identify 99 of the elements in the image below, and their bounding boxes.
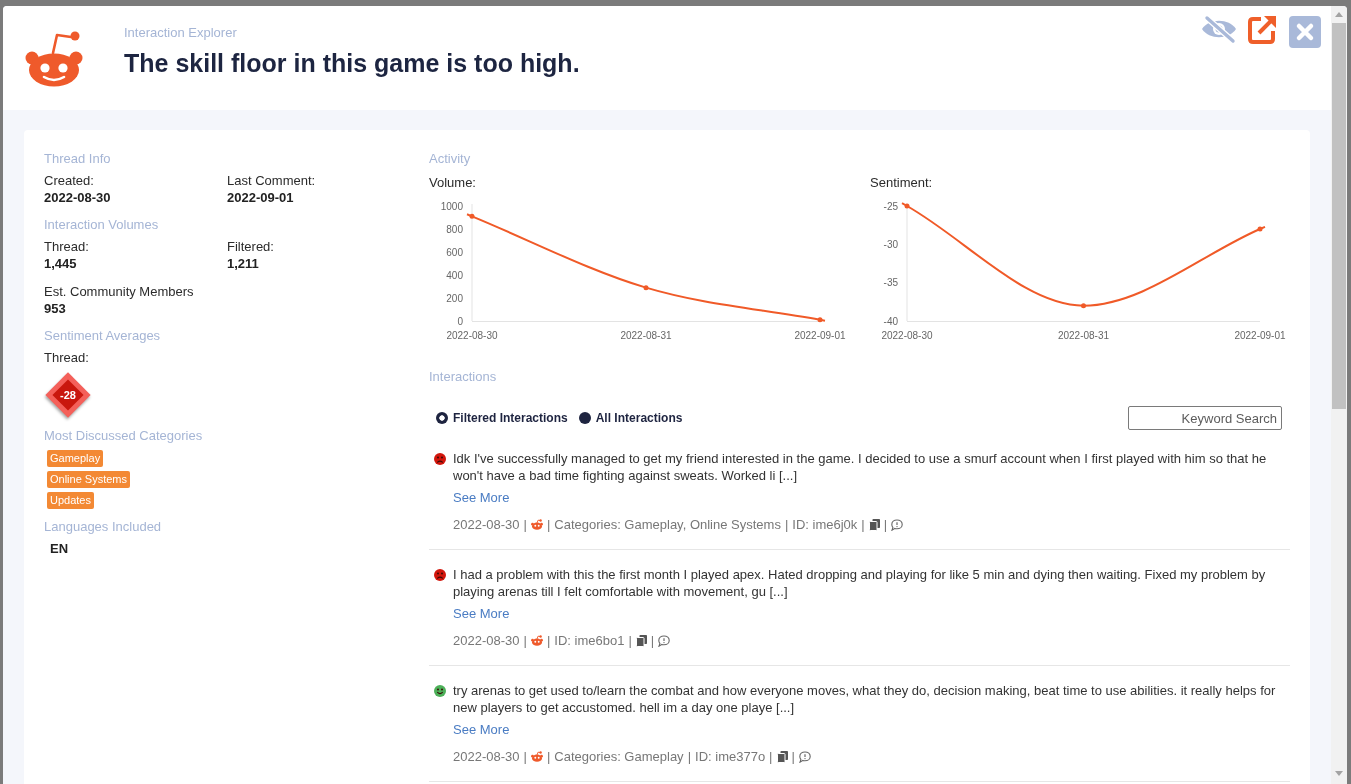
alien-logo-icon bbox=[25, 31, 83, 87]
field-label: Est. Community Members bbox=[44, 284, 194, 300]
field-value: 1,445 bbox=[44, 255, 77, 273]
comment-text: Idk I've successfully managed to get my friend interested in the game. I decided to use a smurf account when I first played with him so that he won't have a bad time fighting against sweats. Worked li [...] bbox=[453, 450, 1268, 484]
meta-separator: | bbox=[628, 632, 632, 649]
axis-tick-label: -40 bbox=[883, 315, 898, 327]
field-label: Thread: bbox=[44, 239, 89, 255]
modal-title: The skill floor in this game is too high. bbox=[124, 48, 580, 78]
meta-text: 2022-08-30 bbox=[453, 632, 520, 649]
section-heading: Interaction Volumes bbox=[44, 217, 160, 233]
field-label: Created: bbox=[44, 173, 94, 189]
section-heading: Activity bbox=[429, 151, 472, 167]
copy-icon[interactable] bbox=[776, 750, 788, 763]
meta-separator: | bbox=[687, 748, 691, 765]
data-point bbox=[817, 317, 823, 323]
chart-title: Volume: bbox=[429, 175, 476, 191]
field-value: 2022-09-01 bbox=[227, 189, 294, 207]
data-point bbox=[1081, 303, 1086, 309]
category-tag: Gameplay bbox=[47, 450, 104, 467]
axis-tick-label: 800 bbox=[446, 223, 463, 235]
axis-tick-label: 200 bbox=[446, 292, 463, 304]
meta-separator: | bbox=[523, 632, 527, 649]
meta-separator: | bbox=[769, 748, 773, 765]
score-badge: -28 bbox=[45, 372, 91, 418]
alien-head-icon[interactable] bbox=[530, 751, 543, 762]
meta-separator: | bbox=[546, 748, 551, 765]
speech-bubble-icon[interactable] bbox=[798, 750, 811, 763]
axis-tick-label: 2022-08-31 bbox=[620, 329, 672, 341]
axis-tick-label: -35 bbox=[883, 277, 898, 289]
copy-icon[interactable] bbox=[635, 634, 647, 647]
axis-tick-label: 2022-09-01 bbox=[1234, 329, 1286, 341]
comment-text: try arenas to get used to/learn the combat and how everyone moves, what they do, decision making, beat time to use abilities. it really helps for new players to get accustomed. hell im a day one playe [...] bbox=[453, 682, 1277, 716]
alien-head-icon[interactable] bbox=[530, 635, 543, 646]
meta-separator: | bbox=[546, 632, 551, 649]
axis-tick-label: 400 bbox=[446, 269, 463, 281]
axis-tick-label: -30 bbox=[883, 238, 898, 250]
meta-text: Categories: Gameplay bbox=[554, 748, 684, 765]
speech-bubble-icon[interactable] bbox=[891, 518, 904, 531]
see-more-link[interactable]: See More bbox=[453, 489, 510, 506]
meta-separator: | bbox=[523, 516, 527, 533]
eye-slash-icon[interactable] bbox=[1200, 14, 1238, 44]
axis-tick-label: 600 bbox=[446, 246, 463, 258]
meta-separator: | bbox=[523, 748, 527, 765]
meta-text: ID: ime6j0k bbox=[792, 516, 858, 533]
keyword-search-field[interactable]: Keyword Search bbox=[1128, 406, 1282, 430]
data-point bbox=[643, 285, 649, 291]
scroll-up-arrow-icon[interactable] bbox=[1335, 12, 1343, 17]
scroll-down-arrow-icon[interactable] bbox=[1335, 771, 1343, 776]
meta-text: 2022-08-30 bbox=[453, 748, 520, 765]
axis-tick-label: 2022-08-30 bbox=[881, 329, 933, 341]
field-label: Last Comment: bbox=[227, 173, 316, 189]
meta-text: Categories: Gameplay, Online Systems bbox=[554, 516, 781, 533]
axis-tick-label: 2022-08-31 bbox=[1057, 329, 1110, 341]
field-value: 953 bbox=[44, 300, 66, 318]
axis-tick-label: 2022-09-01 bbox=[794, 329, 846, 341]
meta-text: ID: ime377o bbox=[695, 748, 766, 765]
category-tag: Updates bbox=[47, 492, 94, 509]
see-more-link[interactable]: See More bbox=[453, 721, 510, 738]
meta-separator: | bbox=[861, 516, 865, 533]
filter-radio[interactable]: Filtered Interactions bbox=[436, 411, 568, 425]
data-point bbox=[469, 213, 475, 219]
meta-text: 2022-08-30 bbox=[453, 516, 520, 533]
modal-subtitle: Interaction Explorer bbox=[124, 25, 238, 41]
axis-tick-label: -25 bbox=[883, 200, 898, 212]
section-heading: Languages Included bbox=[44, 519, 163, 535]
chart-title: Sentiment: bbox=[870, 175, 933, 191]
field-value: 2022-08-30 bbox=[44, 189, 111, 207]
axis-tick-label: 1000 bbox=[440, 200, 463, 212]
data-point bbox=[1257, 226, 1263, 232]
close-icon[interactable] bbox=[1289, 16, 1321, 48]
language-code: EN bbox=[50, 541, 69, 557]
data-point bbox=[904, 203, 910, 209]
filter-radio[interactable]: All Interactions bbox=[578, 411, 683, 425]
axis-tick-label: 0 bbox=[457, 315, 463, 327]
meta-separator: | bbox=[791, 748, 795, 765]
axis-tick-label: 2022-08-30 bbox=[446, 329, 498, 341]
section-heading: Sentiment Averages bbox=[44, 328, 162, 344]
section-heading: Thread Info bbox=[44, 151, 112, 167]
meta-separator: | bbox=[650, 632, 655, 649]
meta-text: ID: ime6bo1 bbox=[554, 632, 625, 649]
copy-icon[interactable] bbox=[868, 518, 880, 531]
meta-separator: | bbox=[784, 516, 789, 533]
section-heading: Interactions bbox=[429, 369, 498, 385]
field-label: Filtered: bbox=[227, 239, 274, 255]
section-heading: Most Discussed Categories bbox=[44, 428, 204, 444]
speech-bubble-icon[interactable] bbox=[658, 634, 671, 647]
meta-separator: | bbox=[883, 516, 888, 533]
external-link-icon[interactable] bbox=[1246, 14, 1278, 46]
field-label: Thread: bbox=[44, 350, 89, 366]
field-value: 1,211 bbox=[227, 255, 259, 273]
see-more-link[interactable]: See More bbox=[453, 605, 510, 622]
radio-icon[interactable] bbox=[578, 412, 591, 424]
scrollbar[interactable] bbox=[1331, 6, 1347, 784]
alien-head-icon[interactable] bbox=[530, 519, 543, 530]
category-tag: Online Systems bbox=[47, 471, 131, 488]
meta-separator: | bbox=[546, 516, 551, 533]
scrollbar-thumb[interactable] bbox=[1332, 23, 1346, 409]
radio-icon[interactable] bbox=[436, 412, 448, 424]
comment-text: I had a problem with this the first month I played apex. Hated dropping and playing for like 5 min and dying then waiting. Fixed my problem by playing arenas till I felt comfortable with movement, gu [...] bbox=[453, 566, 1267, 600]
